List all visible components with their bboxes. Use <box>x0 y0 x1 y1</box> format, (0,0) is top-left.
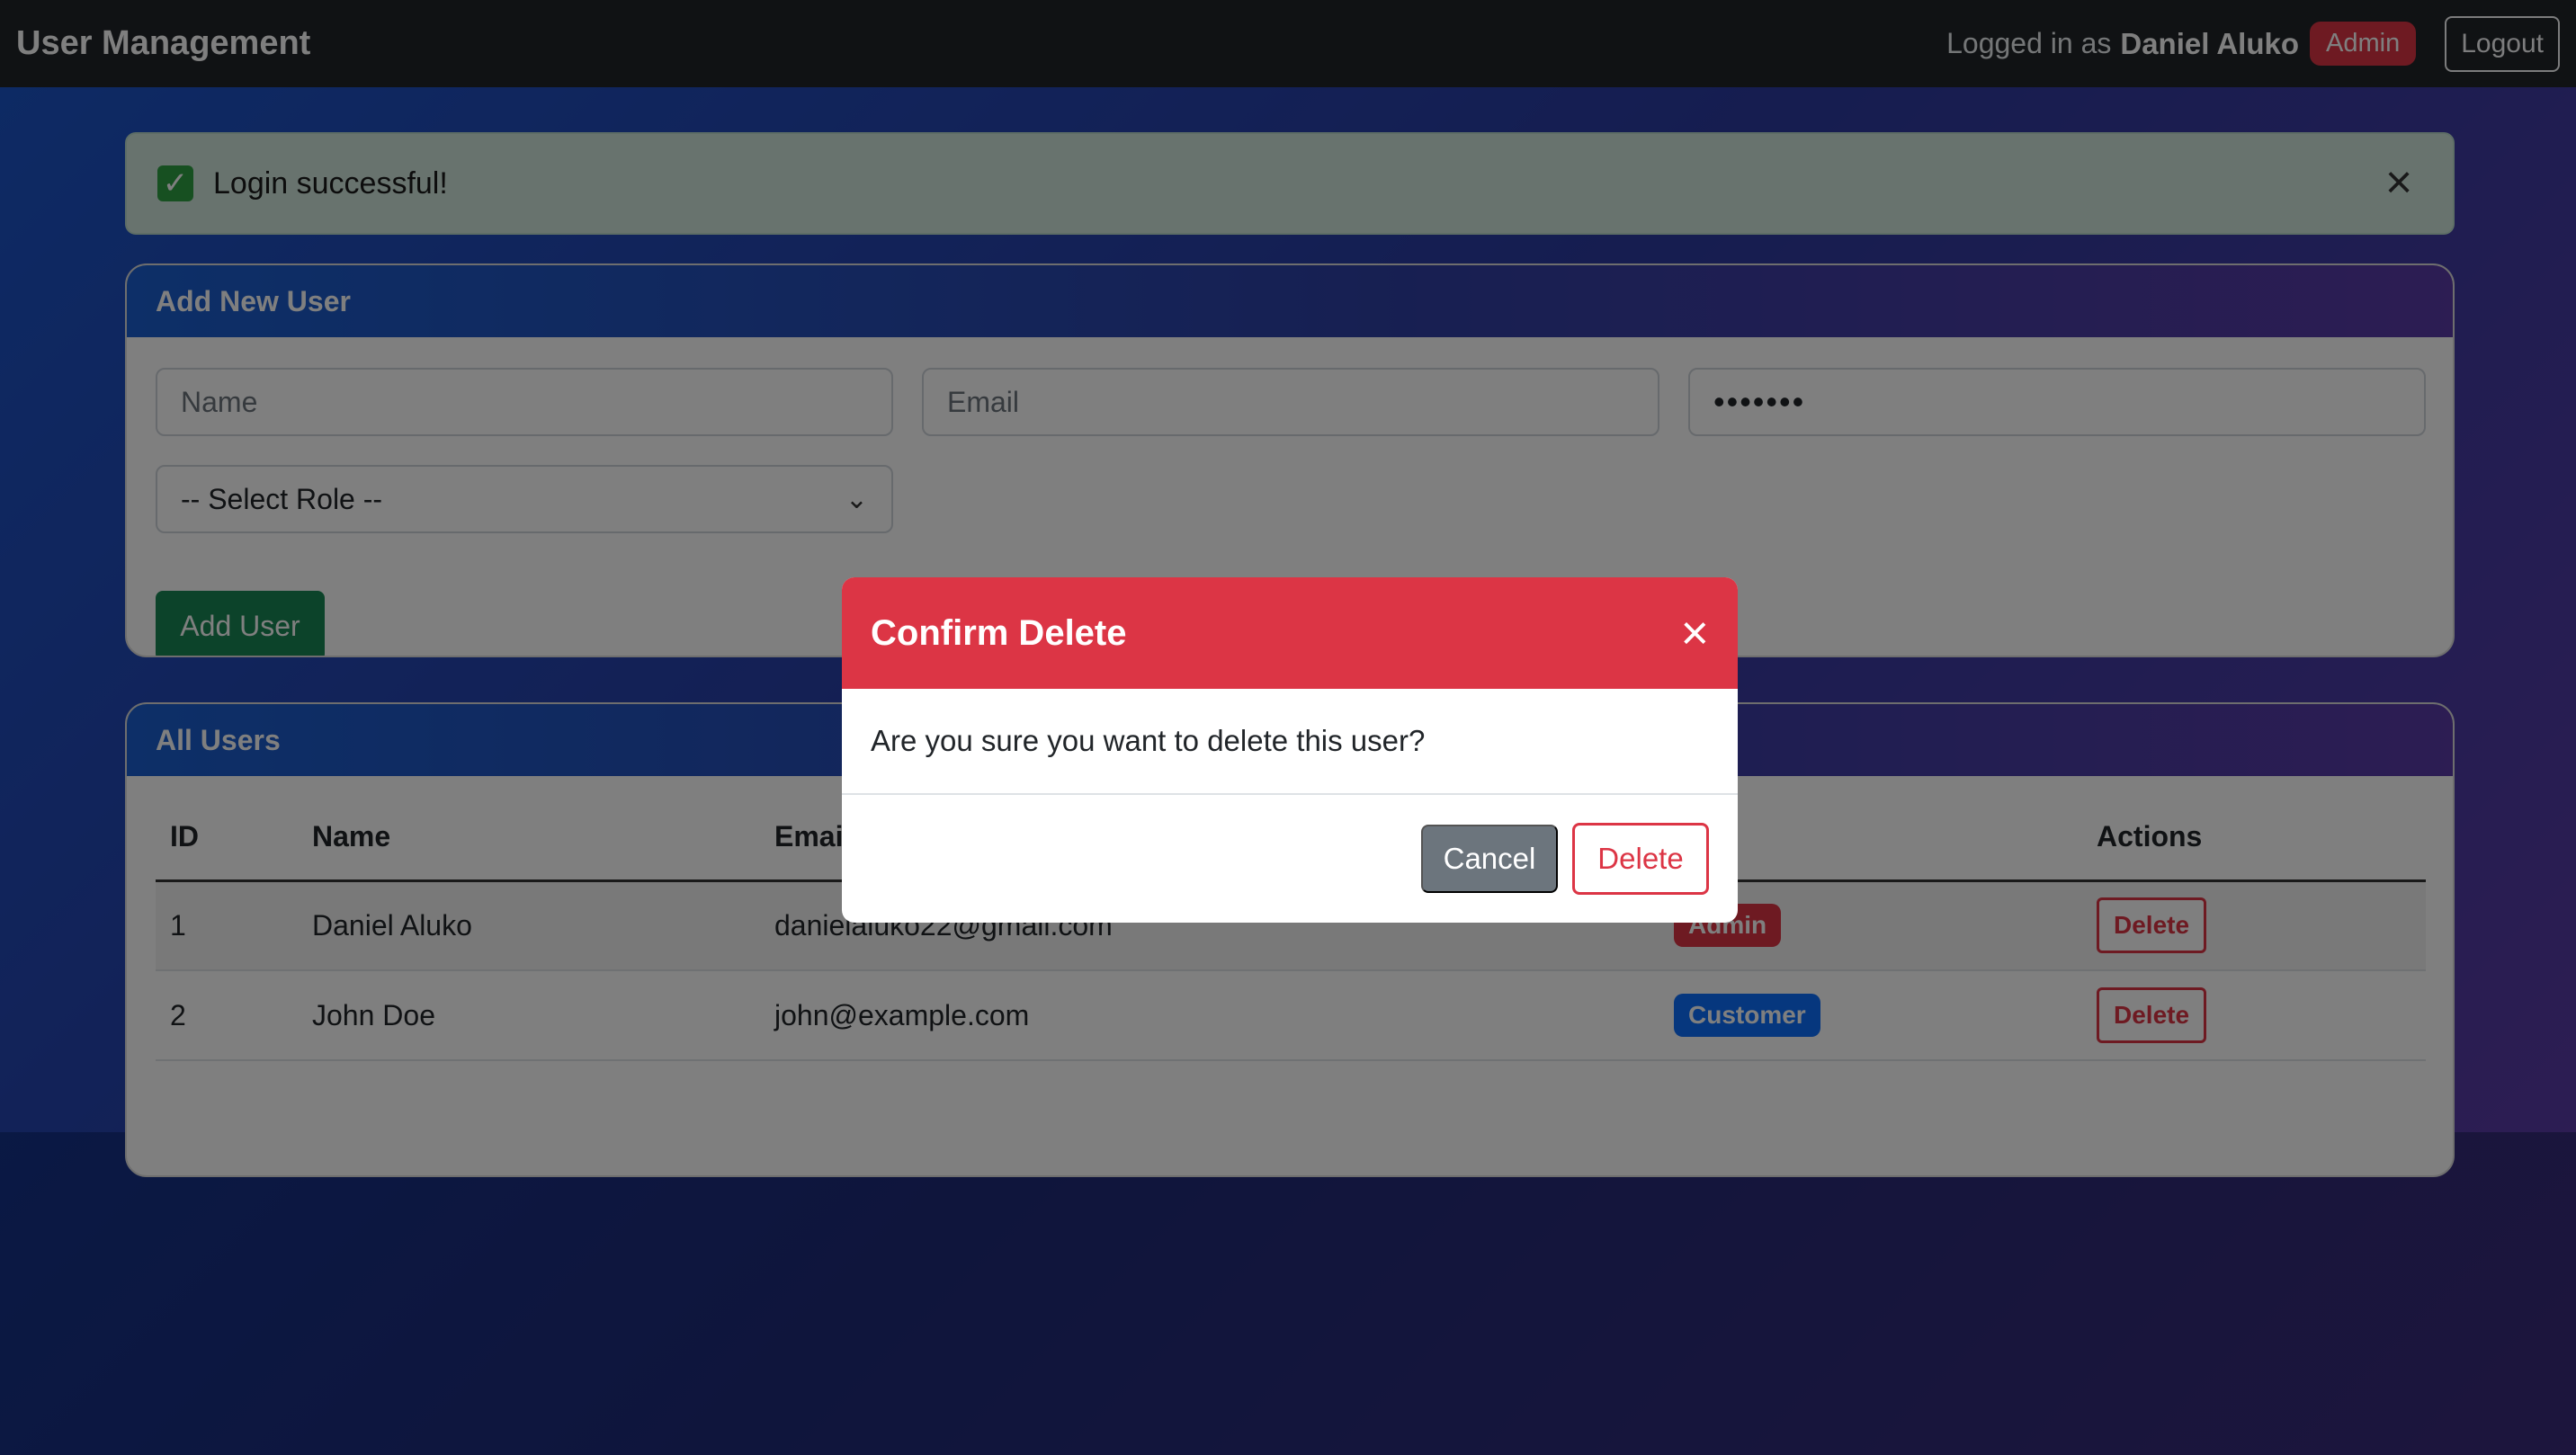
modal-header: Confirm Delete × <box>842 577 1738 689</box>
confirm-delete-button[interactable]: Delete <box>1572 823 1709 895</box>
close-icon[interactable]: × <box>1680 609 1709 657</box>
modal-footer: Cancel Delete <box>842 795 1738 923</box>
modal-body: Are you sure you want to delete this use… <box>842 689 1738 795</box>
modal-title: Confirm Delete <box>871 612 1127 653</box>
confirm-delete-modal: Confirm Delete × Are you sure you want t… <box>842 577 1738 923</box>
cancel-button[interactable]: Cancel <box>1421 825 1558 893</box>
